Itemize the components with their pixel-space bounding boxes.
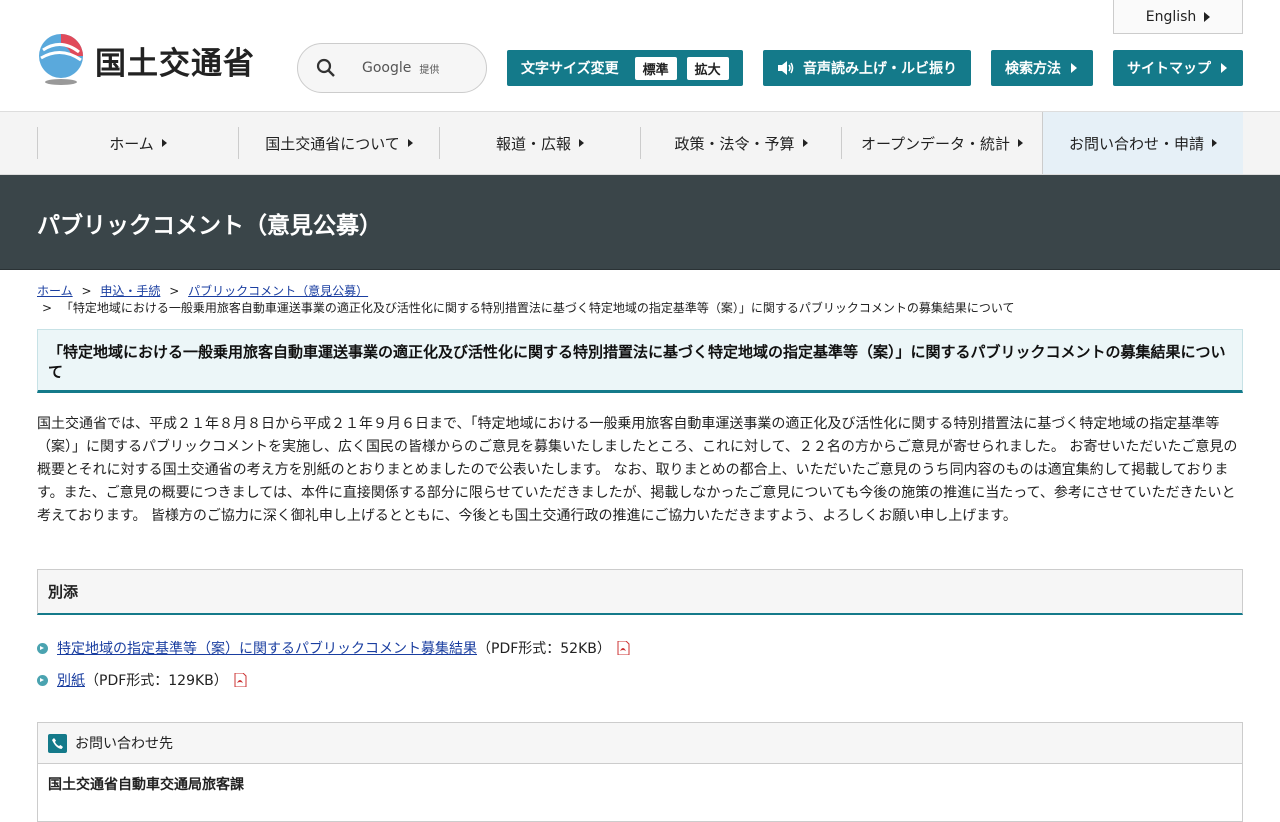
- nav-item-label: 政策・法令・予算: [674, 134, 795, 153]
- breadcrumb: ホーム > 申込・手続 > パブリックコメント（意見公募） > 「特定地域におけ…: [37, 283, 1243, 317]
- arrow-right-icon: [407, 139, 413, 147]
- bullet-arrow-icon: [37, 674, 48, 686]
- bullet-arrow-icon: [37, 642, 48, 654]
- site-header: 国土交通省 Google 提供 English 文字サイズ変更 標準 拡大 音声…: [0, 0, 1280, 112]
- breadcrumb-separator: >: [169, 284, 180, 298]
- logo-text: 国土交通省: [95, 45, 255, 82]
- arrow-right-icon: [1018, 139, 1024, 147]
- body-text: 国土交通省では、平成２１年８月８日から平成２１年９月６日まで、「特定地域における…: [37, 416, 1238, 524]
- pdf-icon: [617, 641, 630, 655]
- arrow-right-icon: [1071, 63, 1077, 73]
- contact-heading: お問い合わせ先: [38, 723, 1242, 764]
- sitemap-button[interactable]: サイトマップ: [1113, 50, 1243, 86]
- logo-mark-icon: [39, 34, 83, 85]
- page-banner: パブリックコメント（意見公募）: [0, 175, 1280, 270]
- breadcrumb-link-procedures[interactable]: 申込・手続: [100, 284, 160, 298]
- arrow-right-icon: [161, 139, 167, 147]
- attachment-link-results[interactable]: 特定地域の指定基準等（案）に関するパブリックコメント募集結果: [57, 638, 477, 658]
- nav-item-home[interactable]: ホーム: [37, 127, 238, 159]
- search-icon[interactable]: [316, 58, 336, 78]
- contact-box: お問い合わせ先 国土交通省自動車交通局旅客課: [37, 722, 1243, 822]
- page-title: 「特定地域における一般乗用旅客自動車運送事業の適正化及び活性化に関する特別措置法…: [48, 343, 1226, 381]
- nav-item-label: お問い合わせ・申請: [1068, 134, 1204, 153]
- list-item: 別紙 （PDF形式：129KB）: [37, 664, 1243, 696]
- english-link[interactable]: English: [1113, 0, 1243, 34]
- provided-label: 提供: [419, 64, 440, 76]
- nav-item-label: 報道・広報: [495, 134, 571, 153]
- phone-icon: [48, 733, 67, 753]
- contact-department: 国土交通省自動車交通局旅客課: [48, 777, 244, 793]
- breadcrumb-separator: >: [42, 301, 53, 315]
- breadcrumb-current: 「特定地域における一般乗用旅客自動車運送事業の適正化及び活性化に関する特別措置法…: [60, 301, 1015, 315]
- nav-item-about[interactable]: 国土交通省について: [238, 127, 439, 159]
- nav-item-label: ホーム: [109, 134, 154, 153]
- nav-item-label: 国土交通省について: [265, 134, 400, 153]
- banner-title: パブリックコメント（意見公募）: [37, 213, 382, 239]
- nav-item-press[interactable]: 報道・広報: [439, 127, 640, 159]
- site-search-box[interactable]: Google 提供: [297, 43, 487, 93]
- breadcrumb-link-home[interactable]: ホーム: [37, 284, 73, 298]
- nav-item-opendata[interactable]: オープンデータ・統計: [841, 127, 1042, 159]
- arrow-right-icon: [579, 139, 584, 147]
- attachments-heading-label: 別添: [48, 583, 79, 601]
- site-logo[interactable]: 国土交通省: [37, 34, 255, 86]
- search-method-button[interactable]: 検索方法: [991, 50, 1093, 86]
- nav-item-label: オープンデータ・統計: [860, 134, 1011, 153]
- arrow-right-icon: [1204, 11, 1211, 22]
- contact-heading-label: お問い合わせ先: [75, 736, 173, 752]
- font-size-label: 文字サイズ変更: [521, 61, 619, 77]
- attachments-heading: 別添: [37, 569, 1243, 615]
- page-title-block: 「特定地域における一般乗用旅客自動車運送事業の適正化及び活性化に関する特別措置法…: [37, 329, 1243, 393]
- speaker-icon: [778, 61, 794, 75]
- arrow-right-icon: [802, 139, 808, 147]
- voice-ruby-label: 音声読み上げ・ルビ振り: [803, 61, 957, 77]
- breadcrumb-separator: >: [81, 284, 92, 298]
- attachment-meta: （PDF形式：52KB）: [477, 641, 611, 657]
- attachment-link-appendix[interactable]: 別紙: [57, 670, 85, 690]
- voice-ruby-button[interactable]: 音声読み上げ・ルビ振り: [763, 50, 971, 86]
- nav-item-policy[interactable]: 政策・法令・予算: [640, 127, 841, 159]
- list-item: 特定地域の指定基準等（案）に関するパブリックコメント募集結果 （PDF形式：52…: [37, 632, 1243, 664]
- attachments-list: 特定地域の指定基準等（案）に関するパブリックコメント募集結果 （PDF形式：52…: [37, 632, 1243, 696]
- nav-item-contact[interactable]: お問い合わせ・申請: [1042, 112, 1243, 174]
- search-method-label: 検索方法: [1005, 61, 1061, 77]
- global-nav: ホーム 国土交通省について 報道・広報 政策・法令・予算 オープンデータ・統計 …: [0, 112, 1280, 175]
- pdf-icon: [234, 673, 247, 687]
- font-size-large-button[interactable]: 拡大: [686, 56, 729, 80]
- arrow-right-icon: [1221, 63, 1227, 73]
- font-size-control: 文字サイズ変更 標準 拡大: [507, 50, 743, 86]
- font-size-standard-button[interactable]: 標準: [634, 56, 677, 80]
- sitemap-label: サイトマップ: [1127, 61, 1211, 77]
- attachment-meta: （PDF形式：129KB）: [85, 673, 228, 689]
- english-label: English: [1145, 8, 1197, 25]
- arrow-right-icon: [1212, 139, 1217, 147]
- google-label: Google: [362, 60, 412, 76]
- breadcrumb-link-public-comment[interactable]: パブリックコメント（意見公募）: [188, 284, 368, 298]
